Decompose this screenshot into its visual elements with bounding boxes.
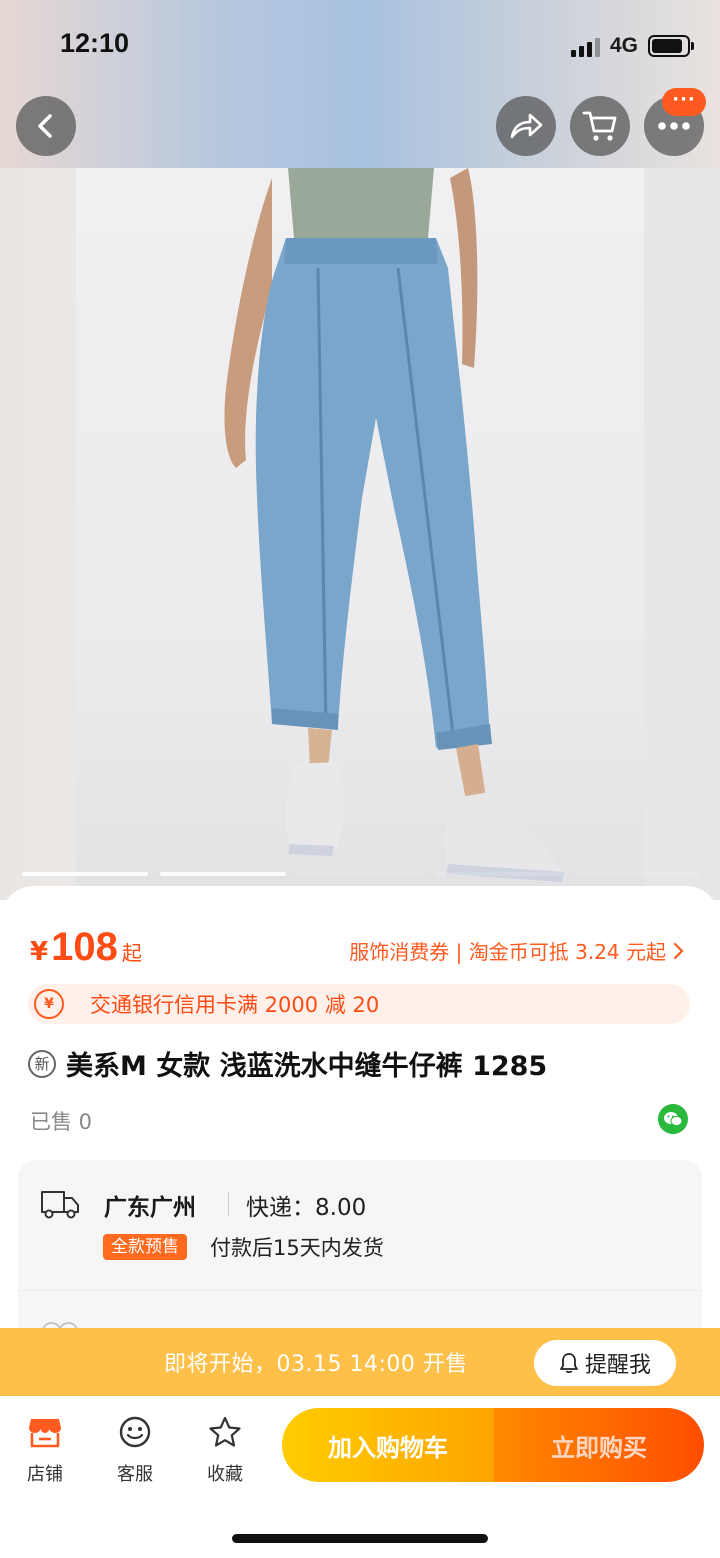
chevron-left-icon bbox=[38, 114, 52, 138]
product-title-row: 新 美系M 女款 浅蓝洗水中缝牛仔裤 1285 bbox=[28, 1044, 547, 1083]
divider bbox=[18, 1290, 702, 1291]
buy-now-button[interactable]: 立即购买 bbox=[494, 1408, 704, 1482]
ship-origin: 广东广州 bbox=[104, 1195, 196, 1221]
network-label: 4G bbox=[609, 34, 638, 57]
share-icon bbox=[510, 113, 543, 139]
bank-offer-bar[interactable]: ¥ 交通银行信用卡满 2000 减 20 bbox=[28, 984, 690, 1024]
cart-icon bbox=[582, 111, 617, 141]
back-button[interactable] bbox=[16, 96, 76, 156]
nav-favorite-label: 收藏 bbox=[207, 1464, 243, 1485]
status-time: 12:10 bbox=[60, 28, 130, 58]
battery-icon bbox=[648, 35, 694, 57]
sale-start-text: 即将开始，03.15 14:00 开售 bbox=[164, 1352, 468, 1377]
shop-icon bbox=[29, 1419, 61, 1448]
signal-icon bbox=[570, 35, 600, 57]
bell-icon bbox=[560, 1353, 578, 1374]
price: ¥ 108 起 bbox=[30, 925, 142, 970]
chevron-right-icon bbox=[673, 942, 684, 959]
product-title: 美系M 女款 浅蓝洗水中缝牛仔裤 1285 bbox=[66, 1051, 548, 1082]
add-to-cart-button[interactable]: 加入购物车 bbox=[282, 1408, 494, 1482]
nav-shop[interactable]: 店铺 bbox=[10, 1412, 80, 1486]
purchase-buttons: 加入购物车 立即购买 bbox=[282, 1408, 704, 1482]
star-icon bbox=[209, 1416, 241, 1447]
remind-me-button[interactable]: 提醒我 bbox=[534, 1340, 676, 1386]
presale-text: 付款后15天内发货 bbox=[210, 1236, 384, 1260]
product-photo bbox=[76, 168, 644, 888]
presale-tag: 全款预售 bbox=[103, 1234, 187, 1260]
sold-count: 已售 0 bbox=[30, 1110, 93, 1134]
home-indicator bbox=[232, 1534, 488, 1543]
wechat-share-button[interactable] bbox=[658, 1104, 688, 1134]
wechat-icon bbox=[664, 1112, 683, 1127]
gallery-indicator bbox=[22, 872, 700, 876]
yen-coupon-icon: ¥ bbox=[34, 989, 64, 1019]
remind-me-label: 提醒我 bbox=[584, 1353, 651, 1378]
bank-offer-text: 交通银行信用卡满 2000 减 20 bbox=[90, 993, 380, 1017]
price-value: 108 bbox=[51, 925, 118, 969]
share-button[interactable] bbox=[496, 96, 556, 156]
ship-fee: 快递：8.00 bbox=[246, 1195, 367, 1221]
truck-icon bbox=[41, 1191, 79, 1219]
nav-customer-service-label: 客服 bbox=[117, 1464, 153, 1485]
nav-shop-label: 店铺 bbox=[27, 1464, 63, 1485]
promo-text: 服饰消费券 | 淘金币可抵 3.24 元起 bbox=[349, 940, 666, 964]
customer-service-icon bbox=[119, 1416, 151, 1448]
promo-link[interactable]: 服饰消费券 | 淘金币可抵 3.24 元起 bbox=[349, 936, 684, 965]
status-indicators: 4G bbox=[570, 32, 694, 60]
cart-button[interactable] bbox=[570, 96, 630, 156]
price-suffix: 起 bbox=[121, 941, 142, 965]
jeans-illustration bbox=[224, 168, 564, 882]
divider bbox=[228, 1192, 229, 1216]
new-badge-icon: 新 bbox=[28, 1049, 56, 1078]
message-badge: ··· bbox=[662, 88, 706, 116]
nav-favorite[interactable]: 收藏 bbox=[190, 1412, 260, 1486]
more-dots-icon bbox=[658, 122, 690, 130]
price-currency: ¥ bbox=[30, 937, 49, 967]
nav-customer-service[interactable]: 客服 bbox=[100, 1412, 170, 1486]
